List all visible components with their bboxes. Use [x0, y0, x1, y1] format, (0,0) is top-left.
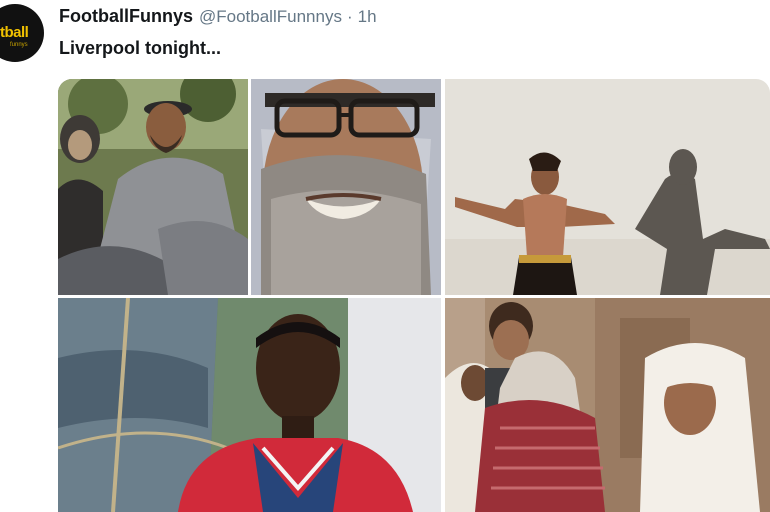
- author-handle[interactable]: @FootballFunnnys: [199, 7, 342, 27]
- photo-4[interactable]: [58, 298, 441, 512]
- photo-2-image: [251, 79, 441, 295]
- photo-3[interactable]: [445, 79, 770, 295]
- tweet-header: FootballFunnys @FootballFunnnys · 1h: [59, 6, 377, 30]
- photo-4-image: [58, 298, 441, 512]
- tweet-media-grid: [58, 79, 770, 512]
- photo-3-image: [445, 79, 770, 295]
- tweet-text: Liverpool tonight...: [59, 38, 221, 58]
- avatar-logo-subtext: funnys: [10, 42, 28, 48]
- photo-5-image: [445, 298, 770, 512]
- avatar-logo-text: tball: [0, 24, 29, 41]
- photo-1[interactable]: [58, 79, 248, 295]
- tweet-timestamp[interactable]: 1h: [358, 7, 377, 27]
- photo-5[interactable]: [445, 298, 770, 512]
- header-separator: ·: [346, 7, 353, 26]
- avatar[interactable]: tball funnys: [0, 4, 44, 62]
- photo-2[interactable]: [251, 79, 441, 295]
- author-name[interactable]: FootballFunnys: [59, 6, 193, 27]
- photo-1-image: [58, 79, 248, 295]
